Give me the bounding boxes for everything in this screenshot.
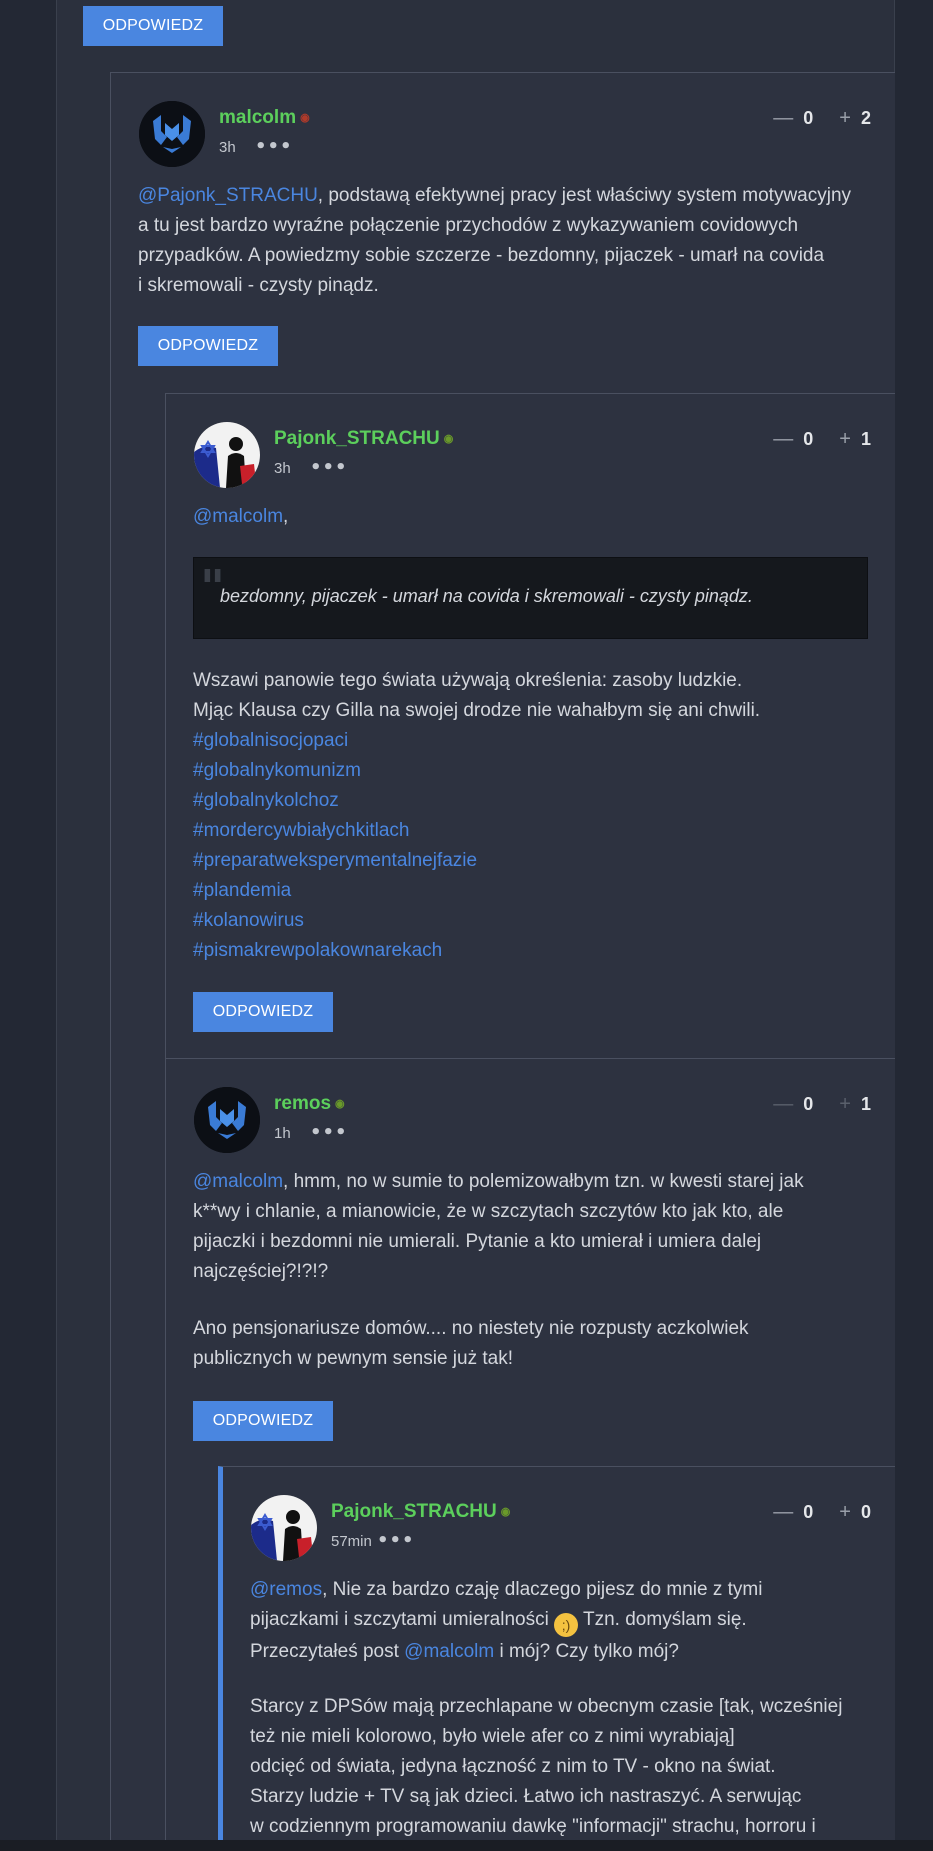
downvote-icon[interactable]: —	[773, 1093, 793, 1116]
vote-controls: — 0 + 2	[773, 107, 871, 130]
hashtag-link[interactable]: #preparatweksperymentalnejfazie	[193, 846, 760, 876]
comment-body: Wszawi panowie tego świata używają okreś…	[193, 666, 760, 966]
blockquote: " bezdomny, pijaczek - umarł na covida i…	[193, 557, 868, 639]
upvote-count: 1	[860, 429, 871, 449]
upvote-icon[interactable]: +	[839, 1093, 851, 1116]
comment-body-intro: @malcolm,	[193, 506, 289, 527]
author-name[interactable]: malcolm ◉	[219, 107, 310, 129]
downvote-icon[interactable]: —	[773, 107, 793, 130]
rss-icon: ◉	[443, 433, 454, 446]
comment-body: @Pajonk_STRACHU, podstawą efektywnej pra…	[138, 185, 852, 296]
wink-emoji-icon: ;)	[554, 1613, 579, 1637]
downvote-count: 0	[803, 429, 814, 449]
comment-pajonk-reply: Pajonk_STRACHU ◉ 57min ••• — 0 + 0 @remos…	[218, 1466, 895, 1851]
mention-link[interactable]: @malcolm	[404, 1641, 494, 1662]
mention-link[interactable]: @malcolm	[193, 1171, 283, 1192]
reply-button[interactable]: ODPOWIEDZ	[193, 992, 333, 1032]
downvote-count: 0	[803, 1094, 814, 1114]
comment-body-paragraph: Starcy z DPSów mają przechlapane w obecn…	[250, 1696, 843, 1837]
avatar[interactable]	[139, 101, 205, 167]
more-options-icon[interactable]: •••	[310, 1122, 348, 1143]
vote-controls: — 0 + 1	[773, 428, 871, 451]
downvote-icon[interactable]: —	[773, 428, 793, 451]
timestamp[interactable]: 3h	[274, 460, 291, 477]
author-name[interactable]: remos ◉	[274, 1093, 345, 1115]
hashtag-link[interactable]: #globalnisocjopaci	[193, 726, 760, 756]
comment-body: @remos, Nie za bardzo czaję dlaczego pij…	[250, 1579, 763, 1662]
vote-controls: — 0 + 1	[773, 1093, 871, 1116]
downvote-icon[interactable]: —	[773, 1501, 793, 1524]
profile-picture-icon	[251, 1495, 317, 1561]
rss-icon: ◉	[335, 1098, 345, 1111]
timestamp[interactable]: 3h	[219, 139, 236, 156]
bottom-scroll-bar	[0, 1840, 933, 1851]
upvote-icon[interactable]: +	[839, 1501, 851, 1524]
hashtag-link[interactable]: #plandemia	[193, 876, 760, 906]
timestamp[interactable]: 57min	[331, 1533, 372, 1550]
comment-pajonk: Pajonk_STRACHU ◉ 3h ••• — 0 + 1 @malcolm,…	[165, 393, 895, 1058]
more-options-icon[interactable]: •••	[255, 136, 293, 157]
downvote-count: 0	[803, 1502, 814, 1522]
wolf-logo-icon	[139, 101, 205, 167]
mention-link[interactable]: @malcolm	[193, 506, 283, 527]
more-options-icon[interactable]: •••	[377, 1530, 415, 1551]
avatar[interactable]	[251, 1495, 317, 1561]
avatar[interactable]	[194, 1087, 260, 1153]
vote-controls: — 0 + 0	[773, 1501, 871, 1524]
rss-icon: ◉	[300, 112, 310, 125]
avatar[interactable]	[194, 422, 260, 488]
comment-body: @malcolm, hmm, no w sumie to polemizował…	[193, 1171, 804, 1282]
upvote-count: 1	[860, 1094, 871, 1114]
more-options-icon[interactable]: •••	[310, 457, 348, 478]
quote-text: bezdomny, pijaczek - umarł na covida i s…	[220, 586, 753, 606]
reply-button[interactable]: ODPOWIEDZ	[193, 1401, 333, 1441]
upvote-icon[interactable]: +	[839, 107, 851, 130]
hashtag-link[interactable]: #kolanowirus	[193, 906, 760, 936]
wolf-logo-icon	[194, 1087, 260, 1153]
hashtag-link[interactable]: #pismakrewpolakownarekach	[193, 936, 760, 966]
reply-button[interactable]: ODPOWIEDZ	[138, 326, 278, 366]
hashtag-link[interactable]: #globalnykolchoz	[193, 786, 760, 816]
author-name[interactable]: Pajonk_STRACHU ◉	[331, 1501, 510, 1523]
author-name[interactable]: Pajonk_STRACHU ◉	[274, 428, 453, 450]
upvote-count: 0	[860, 1502, 871, 1522]
hashtag-link[interactable]: #globalnykomunizm	[193, 756, 760, 786]
mention-link[interactable]: @remos	[250, 1579, 322, 1600]
thread-rail	[56, 0, 57, 1851]
upvote-icon[interactable]: +	[839, 428, 851, 451]
timestamp[interactable]: 1h	[274, 1125, 291, 1142]
profile-picture-icon	[194, 422, 260, 488]
downvote-count: 0	[803, 108, 814, 128]
comment-body-paragraph: Ano pensjonariusze domów.... no niestety…	[193, 1318, 749, 1369]
upvote-count: 2	[860, 108, 871, 128]
reply-button[interactable]: ODPOWIEDZ	[83, 6, 223, 46]
hashtag-link[interactable]: #mordercywbiałychkitlach	[193, 816, 760, 846]
rss-icon: ◉	[500, 1506, 511, 1519]
mention-link[interactable]: @Pajonk_STRACHU	[138, 185, 318, 206]
